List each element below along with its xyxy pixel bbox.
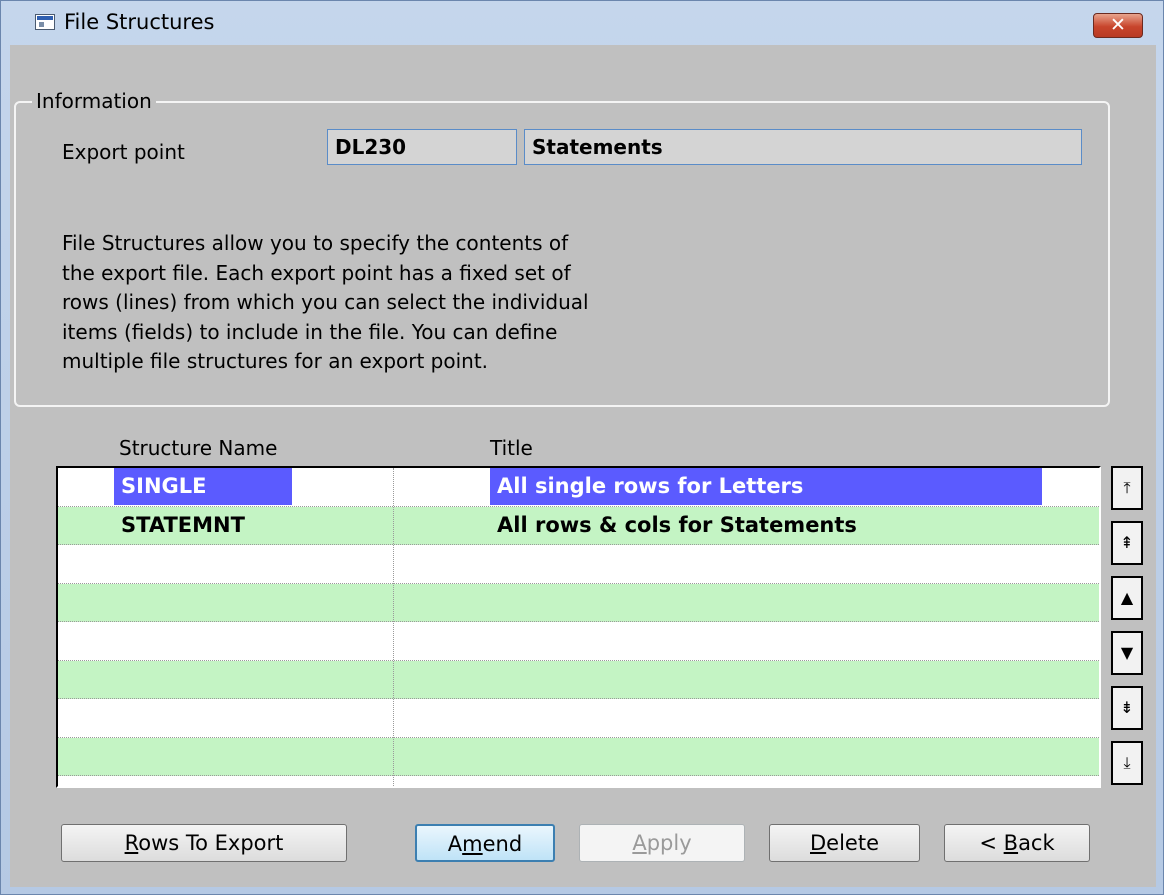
row-structure-name: SINGLE [114,468,292,505]
row-title: All rows & cols for Statements [497,512,857,537]
scroll-up-icon: ▲ [1120,588,1134,607]
row-structure-name: STATEMNT [121,512,245,537]
scroll-page-down-button[interactable]: ⇟ [1111,686,1143,730]
list-row[interactable] [58,545,1099,584]
export-point-label: Export point [62,140,185,164]
scroll-down-icon: ▼ [1120,643,1134,662]
list-scroll-buttons: ⤒ ⇞ ▲ ▼ ⇟ ⤓ [1111,466,1143,788]
list-row[interactable]: STATEMNT All rows & cols for Statements [58,506,1099,545]
scroll-page-up-button[interactable]: ⇞ [1111,521,1143,565]
scroll-bottom-icon: ⤓ [1123,753,1131,772]
scroll-down-button[interactable]: ▼ [1111,631,1143,675]
window-title: File Structures [64,10,215,34]
amend-button[interactable]: Amend [415,824,555,862]
list-row[interactable] [58,737,1099,776]
apply-button[interactable]: Apply [579,824,745,862]
row-title: All single rows for Letters [490,468,1042,505]
back-button[interactable]: < Back [944,824,1090,862]
export-point-code-field: DL230 [327,129,517,165]
column-header-structure-name[interactable]: Structure Name [119,436,277,460]
description-line: items (fields) to include in the file. Y… [62,319,558,344]
description-text: File Structures allow you to specify the… [62,229,762,377]
app-icon [35,14,55,30]
rows-to-export-button[interactable]: Rows To Export [61,824,347,862]
delete-button[interactable]: Delete [769,824,920,862]
dialog-client-area: Information Export point DL230 Statement… [10,45,1156,887]
description-line: multiple file structures for an export p… [62,349,489,373]
close-button[interactable]: ✕ [1093,13,1143,38]
column-divider [393,468,394,786]
scroll-bottom-button[interactable]: ⤓ [1111,741,1143,785]
file-structures-window: File Structures ✕ Information Export poi… [0,0,1164,895]
close-icon: ✕ [1110,14,1126,36]
description-line: File Structures allow you to specify the… [62,231,569,255]
list-row[interactable] [58,660,1099,699]
column-header-title[interactable]: Title [490,436,533,460]
title-bar[interactable]: File Structures ✕ [1,1,1163,45]
export-point-name-field: Statements [524,129,1082,165]
list-row[interactable]: SINGLE All single rows for Letters [58,468,1099,507]
scroll-page-up-icon: ⇞ [1120,533,1134,552]
scroll-top-icon: ⤒ [1123,478,1131,497]
structures-list[interactable]: SINGLE All single rows for Letters STATE… [56,466,1101,788]
scroll-page-down-icon: ⇟ [1120,698,1134,717]
scroll-up-button[interactable]: ▲ [1111,576,1143,620]
list-row[interactable] [58,583,1099,622]
description-line: rows (lines) from which you can select t… [62,290,589,314]
description-line: the export file. Each export point has a… [62,260,571,285]
list-row[interactable] [58,699,1099,738]
list-row[interactable] [58,622,1099,661]
information-legend: Information [32,89,156,113]
scroll-top-button[interactable]: ⤒ [1111,466,1143,510]
